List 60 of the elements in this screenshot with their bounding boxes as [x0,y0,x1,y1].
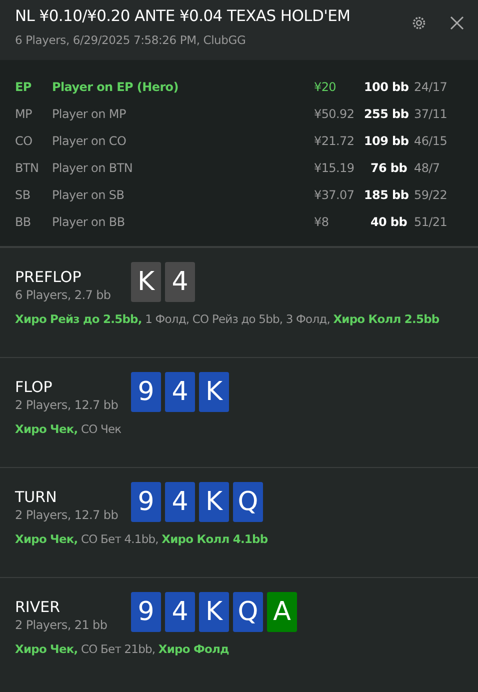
playing-card: K [131,262,161,302]
hand-subtitle: 6 Players, 6/29/2025 7:58:26 PM, ClubGG [15,33,247,47]
playing-card: 4 [165,482,195,522]
street-info: 2 Players, 21 bb [15,618,108,632]
playing-card: A [267,592,297,632]
action-summary: Хиро Чек, CO Бет 4.1bb, Хиро Колл 4.1bb [15,532,269,546]
player-position: SB [15,188,32,202]
player-big-blinds: 76 bb [369,161,407,175]
player-stack: ¥50.92 [314,107,356,121]
action-summary: Хиро Чек, CO Чек [15,422,122,436]
action-summary: Хиро Рейз до 2.5bb, 1 Фолд, CO Рейз до 5bb, 3 Фолд, Хиро Колл 2.5bb [15,312,440,326]
playing-card: K [199,482,229,522]
street-name: TURN [15,488,58,506]
player-position: BTN [15,161,40,175]
player-stack: ¥37.07 [314,188,356,202]
player-stats: 46/15 [413,134,448,148]
playing-card: 4 [165,592,195,632]
player-stats: 59/22 [413,188,448,202]
street-name: FLOP [15,378,54,396]
player-stack: ¥21.72 [314,134,356,148]
player-name: Player on BTN [52,161,134,175]
player-big-blinds: 185 bb [364,188,407,202]
player-name: Player on MP [52,107,127,121]
player-name: Player on BB [52,215,126,229]
player-position: CO [15,134,34,148]
action-summary: Хиро Чек, CO Бет 21bb, Хиро Фолд [15,642,230,656]
playing-card: 4 [165,262,195,302]
playing-card: Q [233,482,263,522]
playing-card: 4 [165,372,195,412]
settings-icon[interactable] [412,16,426,30]
playing-card: K [199,592,229,632]
player-stack: ¥8 [314,215,330,229]
player-name: Player on SB [52,188,126,202]
player-stats: 24/17 [413,80,448,94]
player-big-blinds: 40 bb [369,215,407,229]
street-info: 2 Players, 12.7 bb [15,508,120,522]
close-icon[interactable] [450,16,464,30]
player-big-blinds: 100 bb [364,80,407,94]
playing-card: K [199,372,229,412]
street-name: PREFLOP [15,268,82,286]
player-position: EP [15,80,32,94]
hand-title: NL ¥0.10/¥0.20 ANTE ¥0.04 TEXAS HOLD'EM [15,7,352,25]
playing-card: 9 [131,592,161,632]
player-stack: ¥20 [314,80,338,94]
player-stats: 48/7 [413,161,441,175]
player-big-blinds: 109 bb [364,134,407,148]
player-stats: 37/11 [413,107,448,121]
player-position: MP [15,107,33,121]
playing-card: 9 [131,372,161,412]
player-big-blinds: 255 bb [364,107,407,121]
playing-card: 9 [131,482,161,522]
playing-card: Q [233,592,263,632]
street-info: 6 Players, 2.7 bb [15,288,112,302]
player-stats: 51/21 [413,215,448,229]
player-stack: ¥15.19 [314,161,356,175]
player-name: Player on EP (Hero) [52,80,180,94]
player-name: Player on CO [52,134,128,148]
street-info: 2 Players, 12.7 bb [15,398,120,412]
player-position: BB [15,215,32,229]
street-name: RIVER [15,598,62,616]
